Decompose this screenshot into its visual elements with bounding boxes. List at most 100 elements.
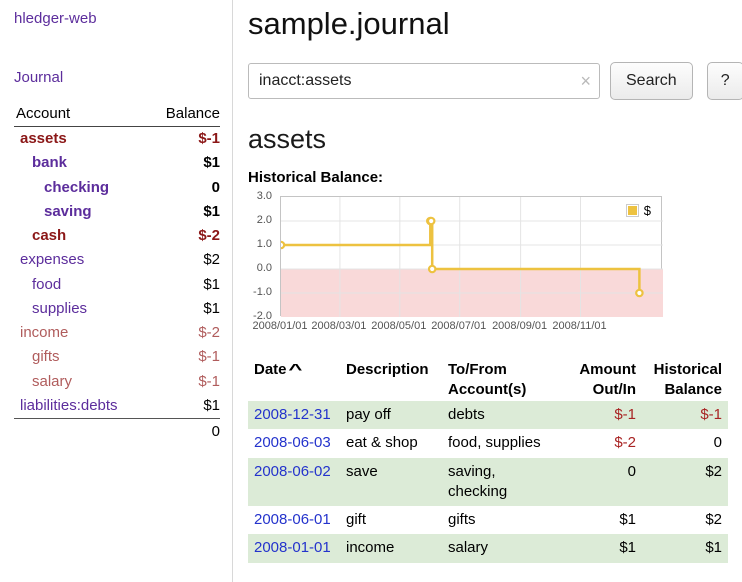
account-link-gifts[interactable]: gifts bbox=[32, 348, 60, 365]
account-link-saving[interactable]: saving bbox=[44, 203, 92, 220]
sort-asc-icon: ^ bbox=[288, 360, 302, 380]
transaction-amount: $-1 bbox=[562, 401, 642, 429]
account-row: expenses $2 bbox=[14, 248, 220, 272]
account-link-food[interactable]: food bbox=[32, 276, 61, 293]
account-balance: $-1 bbox=[149, 370, 220, 394]
register-row: 2008-06-03 eat & shop food, supplies $-2… bbox=[248, 429, 728, 457]
search-form: × Search ? bbox=[248, 62, 742, 100]
chart-y-axis: 3.02.01.00.0-1.0-2.0 bbox=[248, 196, 276, 316]
transaction-date-link[interactable]: 2008-06-02 bbox=[254, 463, 331, 480]
x-tick-label: 2008/11/01 bbox=[552, 320, 606, 332]
transaction-balance: $2 bbox=[642, 506, 728, 534]
accounts-total-row: 0 bbox=[14, 419, 220, 445]
account-link-bank[interactable]: bank bbox=[32, 154, 67, 171]
account-balance: $-1 bbox=[149, 345, 220, 369]
account-row: cash $-2 bbox=[14, 224, 220, 248]
account-row: salary $-1 bbox=[14, 370, 220, 394]
help-button[interactable]: ? bbox=[707, 62, 742, 100]
chart-x-axis: 2008/01/012008/03/012008/05/012008/07/01… bbox=[280, 320, 662, 336]
account-link-expenses[interactable]: expenses bbox=[20, 251, 84, 268]
register-col-description: Description bbox=[340, 358, 442, 401]
y-tick-label: 0.0 bbox=[257, 262, 272, 274]
transaction-description: pay off bbox=[340, 401, 442, 429]
register-row: 2008-06-02 save saving, checking 0 $2 bbox=[248, 458, 728, 507]
account-link-liabilities-debts[interactable]: liabilities:debts bbox=[20, 397, 118, 414]
account-row: assets $-1 bbox=[14, 127, 220, 152]
accounts-col-balance: Balance bbox=[149, 102, 220, 127]
account-link-assets[interactable]: assets bbox=[20, 130, 67, 147]
account-link-salary[interactable]: salary bbox=[32, 373, 72, 390]
transaction-accounts: saving, checking bbox=[442, 458, 562, 507]
transaction-description: gift bbox=[340, 506, 442, 534]
x-tick-label: 2008/07/01 bbox=[431, 320, 486, 332]
sidebar-item-journal[interactable]: Journal bbox=[14, 69, 63, 86]
search-button[interactable]: Search bbox=[610, 62, 693, 100]
account-balance: $1 bbox=[149, 151, 220, 175]
account-row: supplies $1 bbox=[14, 297, 220, 321]
account-balance: $1 bbox=[149, 273, 220, 297]
register-table: Date^ Description To/From Account(s) Amo… bbox=[248, 358, 728, 563]
transaction-accounts: salary bbox=[442, 534, 562, 562]
account-balance: $1 bbox=[149, 200, 220, 224]
account-row: bank $1 bbox=[14, 151, 220, 175]
account-balance: $2 bbox=[149, 248, 220, 272]
transaction-accounts: food, supplies bbox=[442, 429, 562, 457]
search-input[interactable] bbox=[248, 63, 600, 99]
account-balance: $-1 bbox=[149, 127, 220, 152]
chart-legend: $ bbox=[623, 201, 657, 220]
transaction-balance: $-1 bbox=[642, 401, 728, 429]
transaction-balance: 0 bbox=[642, 429, 728, 457]
y-tick-label: 3.0 bbox=[257, 190, 272, 202]
x-tick-label: 2008/09/01 bbox=[492, 320, 547, 332]
transaction-date-link[interactable]: 2008-12-31 bbox=[254, 406, 331, 423]
register-row: 2008-12-31 pay off debts $-1 $-1 bbox=[248, 401, 728, 429]
accounts-col-account: Account bbox=[14, 102, 149, 127]
chart-plot-area: $ bbox=[280, 196, 662, 316]
page-title: sample.journal bbox=[248, 6, 742, 42]
transaction-accounts: debts bbox=[442, 401, 562, 429]
register-row: 2008-06-01 gift gifts $1 $2 bbox=[248, 506, 728, 534]
transaction-accounts: gifts bbox=[442, 506, 562, 534]
transaction-description: save bbox=[340, 458, 442, 507]
account-balance: $-2 bbox=[149, 224, 220, 248]
transaction-amount: 0 bbox=[562, 458, 642, 507]
transaction-date-link[interactable]: 2008-06-01 bbox=[254, 511, 331, 528]
chart-title: Historical Balance: bbox=[248, 169, 742, 186]
account-row: liabilities:debts $1 bbox=[14, 394, 220, 419]
historical-balance-chart: 3.02.01.00.0-1.0-2.0 $ 2008/01/012008/03… bbox=[248, 196, 742, 342]
register-col-balance: Historical Balance bbox=[642, 358, 728, 401]
transaction-date-link[interactable]: 2008-06-03 bbox=[254, 434, 331, 451]
transaction-balance: $1 bbox=[642, 534, 728, 562]
y-tick-label: -1.0 bbox=[253, 286, 272, 298]
account-heading: assets bbox=[248, 124, 742, 155]
register-col-amount: Amount Out/In bbox=[562, 358, 642, 401]
account-balance: $1 bbox=[149, 394, 220, 419]
account-link-cash[interactable]: cash bbox=[32, 227, 66, 244]
transaction-balance: $2 bbox=[642, 458, 728, 507]
transaction-date-link[interactable]: 2008-01-01 bbox=[254, 539, 331, 556]
account-row: gifts $-1 bbox=[14, 345, 220, 369]
account-link-income[interactable]: income bbox=[20, 324, 68, 341]
x-tick-label: 2008/03/01 bbox=[311, 320, 366, 332]
hledger-web-app: hledger-web Journal Account Balance asse… bbox=[0, 0, 742, 582]
y-tick-label: 1.0 bbox=[257, 238, 272, 250]
account-row: saving $1 bbox=[14, 200, 220, 224]
x-tick-label: 2008/05/01 bbox=[371, 320, 426, 332]
account-balance: $1 bbox=[149, 297, 220, 321]
clear-search-icon[interactable]: × bbox=[580, 72, 591, 90]
accounts-table: Account Balance assets $-1 bank $1 check… bbox=[14, 102, 220, 444]
x-tick-label: 2008/01/01 bbox=[252, 320, 307, 332]
main-content: sample.journal × Search ? assets Histori… bbox=[233, 0, 742, 582]
transaction-amount: $-2 bbox=[562, 429, 642, 457]
account-balance: 0 bbox=[149, 176, 220, 200]
balance-step-line bbox=[281, 197, 663, 317]
transaction-description: income bbox=[340, 534, 442, 562]
legend-swatch-icon bbox=[626, 204, 639, 217]
account-link-supplies[interactable]: supplies bbox=[32, 300, 87, 317]
register-col-date[interactable]: Date^ bbox=[248, 358, 340, 401]
accounts-total: 0 bbox=[149, 419, 220, 445]
transaction-description: eat & shop bbox=[340, 429, 442, 457]
account-link-checking[interactable]: checking bbox=[44, 179, 109, 196]
y-tick-label: 2.0 bbox=[257, 214, 272, 226]
app-title-link[interactable]: hledger-web bbox=[14, 10, 97, 27]
